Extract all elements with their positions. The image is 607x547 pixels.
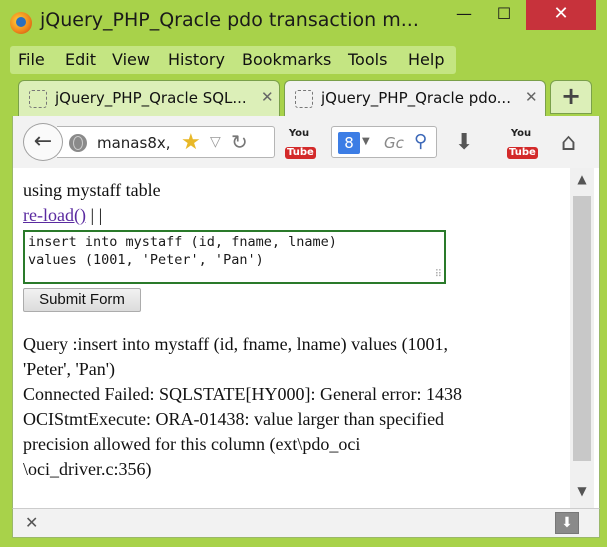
scroll-down-icon[interactable]: ▼ [570, 484, 594, 502]
url-bar[interactable]: manas8x, ★ ▽ ↻ [57, 126, 275, 158]
firefox-icon [10, 12, 32, 34]
youtube-text: Tube [507, 147, 538, 159]
page-favicon-icon [295, 90, 313, 108]
download-status-icon[interactable]: ⬇ [555, 512, 579, 534]
sql-line: insert into mystaff (id, fname, lname) [28, 234, 337, 250]
youtube-icon[interactable]: You Tube [507, 128, 538, 159]
page-content: using mystaff table re-load() | | insert… [12, 168, 600, 508]
youtube-icon[interactable]: You Tube [285, 128, 316, 159]
window-title: jQuery_PHP_Qracle pdo transaction m... [40, 9, 419, 31]
bookmark-star-icon[interactable]: ★ [181, 130, 201, 155]
menu-tools[interactable]: Tools [348, 50, 387, 69]
url-text: manas8x, [97, 134, 171, 152]
reload-icon[interactable]: ↻ [231, 130, 248, 154]
vertical-scrollbar[interactable]: ▲ ▼ [570, 168, 594, 508]
url-dropdown-icon[interactable]: ▽ [210, 134, 221, 150]
sql-line: values (1001, 'Peter', 'Pan') [28, 252, 264, 268]
menu-bookmarks[interactable]: Bookmarks [242, 50, 331, 69]
page-favicon-icon [29, 90, 47, 108]
menu-help[interactable]: Help [408, 50, 444, 69]
search-icon[interactable]: ⚲ [414, 131, 427, 152]
result-line: \oci_driver.c:356) [23, 459, 152, 479]
result-line: OCIStmtExecute: ORA-01438: value larger … [23, 409, 445, 429]
menu-file[interactable]: File [18, 50, 45, 69]
tab-close-icon[interactable]: ✕ [525, 88, 538, 106]
search-bar[interactable]: 8 ▼ Gc ⚲ [331, 126, 437, 158]
result-line: Query :insert into mystaff (id, fname, l… [23, 334, 449, 354]
page-heading: using mystaff table [23, 180, 161, 200]
tab-label: jQuery_PHP_Qracle SQL... [55, 89, 247, 107]
close-addon-bar-icon[interactable]: ✕ [25, 513, 38, 532]
resize-grip-icon[interactable]: ⠿ [435, 269, 442, 280]
tab-pdo[interactable]: jQuery_PHP_Qracle pdo... ✕ [284, 80, 546, 116]
menu-edit[interactable]: Edit [65, 50, 96, 69]
tab-label: jQuery_PHP_Qracle pdo... [321, 89, 511, 107]
minimize-button[interactable]: — [446, 0, 482, 30]
scroll-up-icon[interactable]: ▲ [570, 172, 594, 190]
close-window-button[interactable]: ✕ [526, 0, 596, 30]
submit-form-button[interactable]: Submit Form [23, 288, 141, 312]
globe-icon [69, 134, 87, 152]
title-bar: jQuery_PHP_Qracle pdo transaction m... —… [0, 0, 607, 46]
sql-textarea[interactable]: insert into mystaff (id, fname, lname) v… [23, 230, 446, 284]
new-tab-button[interactable]: + [550, 80, 592, 114]
scroll-thumb[interactable] [573, 196, 591, 461]
menu-history[interactable]: History [168, 50, 225, 69]
search-placeholder: Gc [384, 134, 404, 152]
result-line: Connected Failed: SQLSTATE[HY000]: Gener… [23, 384, 462, 404]
download-arrow-icon[interactable]: ⬇ [455, 130, 473, 155]
menu-view[interactable]: View [112, 50, 150, 69]
navigation-toolbar: manas8x, ★ ▽ ↻ ← You Tube 8 ▼ Gc ⚲ ⬇ You… [12, 116, 600, 168]
tab-sql[interactable]: jQuery_PHP_Qracle SQL... ✕ [18, 80, 280, 116]
youtube-text: Tube [285, 147, 316, 159]
addon-bar: ✕ ⬇ [12, 508, 600, 538]
result-line: 'Peter', 'Pan') [23, 359, 115, 379]
reload-line: re-load() | | [23, 205, 102, 226]
home-icon[interactable]: ⌂ [561, 128, 576, 156]
youtube-text: You [288, 128, 310, 139]
maximize-button[interactable]: ☐ [486, 0, 522, 30]
result-line: precision allowed for this column (ext\p… [23, 434, 361, 454]
tab-close-icon[interactable]: ✕ [261, 88, 274, 106]
reload-separator: | | [90, 205, 103, 225]
back-button[interactable]: ← [23, 123, 63, 161]
reload-link[interactable]: re-load() [23, 205, 86, 225]
google-search-icon[interactable]: 8 [338, 132, 360, 154]
tab-strip: jQuery_PHP_Qracle SQL... ✕ jQuery_PHP_Qr… [12, 78, 600, 116]
search-engine-dropdown-icon[interactable]: ▼ [362, 136, 370, 147]
youtube-text: You [510, 128, 532, 139]
menu-bar: File Edit View History Bookmarks Tools H… [10, 46, 456, 74]
